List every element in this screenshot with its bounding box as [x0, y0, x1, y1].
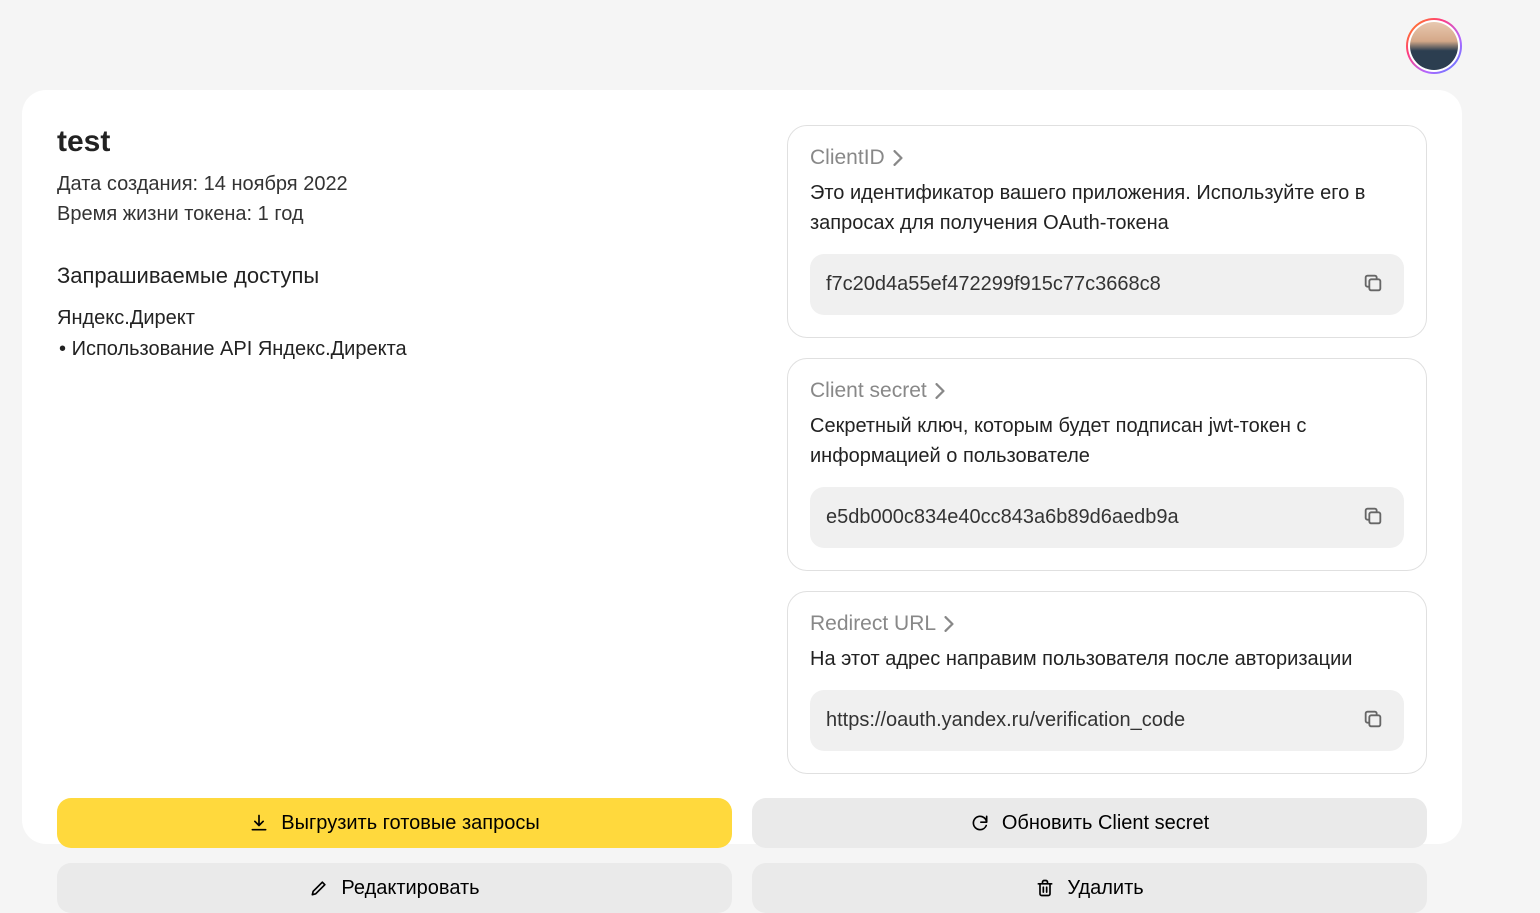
client-secret-value-row: e5db000c834e40cc843a6b89d6aedb9a: [810, 487, 1404, 548]
refresh-icon: [970, 813, 990, 833]
edit-button[interactable]: Редактировать: [57, 863, 732, 913]
redirect-url-value-row: https://oauth.yandex.ru/verification_cod…: [810, 690, 1404, 751]
app-info-column: test Дата создания: 14 ноября 2022 Время…: [57, 125, 742, 774]
copy-icon: [1362, 272, 1384, 294]
edit-button-label: Редактировать: [341, 877, 479, 900]
export-button-label: Выгрузить готовые запросы: [281, 812, 539, 835]
trash-icon: [1035, 878, 1055, 898]
pencil-icon: [309, 878, 329, 898]
client-secret-value[interactable]: e5db000c834e40cc843a6b89d6aedb9a: [826, 506, 1358, 529]
download-icon: [249, 813, 269, 833]
client-id-desc: Это идентификатор вашего приложения. Исп…: [810, 178, 1404, 238]
client-id-value-row: f7c20d4a55ef472299f915c77c3668c8: [810, 254, 1404, 315]
client-id-title: ClientID: [810, 146, 885, 170]
refresh-secret-button[interactable]: Обновить Client secret: [752, 798, 1427, 848]
redirect-url-title: Redirect URL: [810, 612, 936, 636]
credentials-column: ClientID Это идентификатор вашего прилож…: [787, 125, 1427, 774]
redirect-url-desc: На этот адрес направим пользователя посл…: [810, 644, 1404, 674]
client-id-block: ClientID Это идентификатор вашего прилож…: [787, 125, 1427, 338]
client-secret-title: Client secret: [810, 379, 927, 403]
chevron-right-icon: [935, 383, 945, 399]
actions-row: Выгрузить готовые запросы Редактировать …: [57, 798, 1427, 913]
client-secret-desc: Секретный ключ, которым будет подписан j…: [810, 411, 1404, 471]
redirect-url-block: Redirect URL На этот адрес направим поль…: [787, 591, 1427, 774]
chevron-right-icon: [893, 150, 903, 166]
client-id-header[interactable]: ClientID: [810, 146, 1404, 170]
token-lifetime: Время жизни токена: 1 год: [57, 199, 742, 229]
copy-redirect-url-button[interactable]: [1358, 704, 1388, 737]
permission-item: • Использование API Яндекс.Директа: [59, 338, 742, 361]
permission-label: Использование API Яндекс.Директа: [72, 338, 407, 360]
chevron-right-icon: [944, 616, 954, 632]
copy-client-id-button[interactable]: [1358, 268, 1388, 301]
created-date: Дата создания: 14 ноября 2022: [57, 169, 742, 199]
delete-button[interactable]: Удалить: [752, 863, 1427, 913]
export-requests-button[interactable]: Выгрузить готовые запросы: [57, 798, 732, 848]
redirect-url-value[interactable]: https://oauth.yandex.ru/verification_cod…: [826, 709, 1358, 732]
client-secret-header[interactable]: Client secret: [810, 379, 1404, 403]
copy-icon: [1362, 505, 1384, 527]
app-name: test: [57, 125, 742, 159]
delete-button-label: Удалить: [1067, 877, 1143, 900]
service-name: Яндекс.Директ: [57, 307, 742, 330]
client-secret-block: Client secret Секретный ключ, которым бу…: [787, 358, 1427, 571]
app-card: test Дата создания: 14 ноября 2022 Время…: [22, 90, 1462, 844]
refresh-button-label: Обновить Client secret: [1002, 812, 1209, 835]
redirect-url-header[interactable]: Redirect URL: [810, 612, 1404, 636]
copy-icon: [1362, 708, 1384, 730]
user-avatar[interactable]: [1406, 18, 1462, 74]
copy-client-secret-button[interactable]: [1358, 501, 1388, 534]
client-id-value[interactable]: f7c20d4a55ef472299f915c77c3668c8: [826, 273, 1358, 296]
permissions-title: Запрашиваемые доступы: [57, 263, 742, 289]
